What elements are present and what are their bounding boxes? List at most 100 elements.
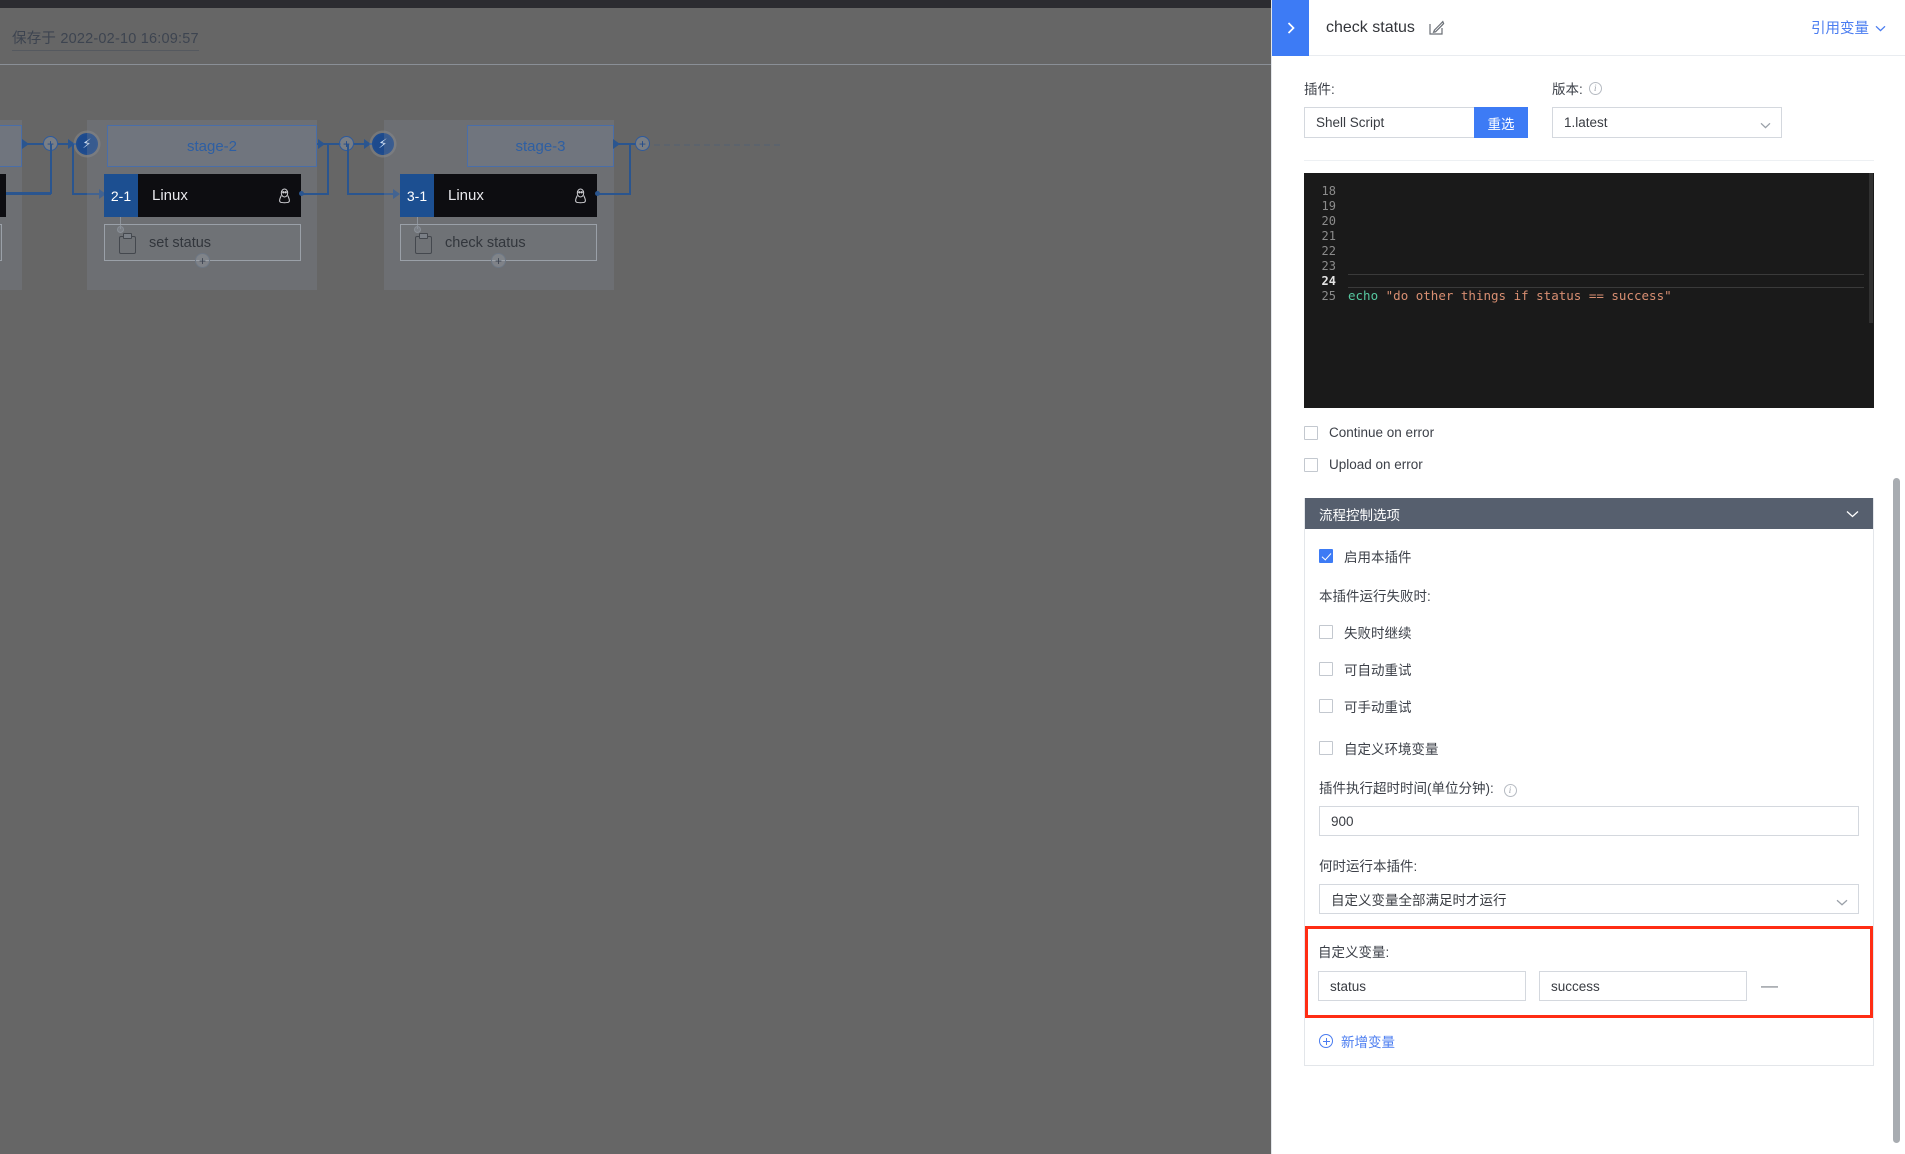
plugin-name-input[interactable] [1304, 107, 1474, 138]
edit-pencil-icon[interactable] [1428, 19, 1445, 36]
custom-variables-label: 自定义变量: [1318, 945, 1390, 960]
job-index-2-1: 2-1 [104, 174, 138, 217]
on-failure-label: 本插件运行失败时: [1319, 589, 1431, 604]
token-string: "do other things if status == success" [1385, 288, 1672, 304]
token-command: echo [1348, 288, 1386, 304]
checkbox-auto-retry[interactable]: 可自动重试 [1319, 659, 1859, 679]
line-number: 19 [1321, 199, 1336, 214]
connector-segment [347, 144, 349, 194]
pipeline-canvas: 保存于 2022-02-10 16:09:57 + ⚡ stage-2 2-1 … [0, 0, 1271, 1154]
add-stage-button-3[interactable]: + [635, 136, 650, 151]
checkbox-label: 自定义环境变量 [1344, 742, 1439, 757]
version-selected-value: 1.latest [1564, 115, 1608, 130]
flow-control-header[interactable]: 流程控制选项 [1305, 498, 1873, 529]
code-editor-scrollbar[interactable] [1869, 173, 1873, 323]
line-number: 25 [1321, 288, 1336, 303]
connector-arrow [613, 139, 620, 149]
when-run-selected-value: 自定义变量全部满足时才运行 [1331, 893, 1507, 908]
reference-variable-dropdown[interactable]: 引用变量 [1811, 17, 1886, 38]
linux-penguin-icon [563, 174, 597, 217]
version-label-text: 版本: [1552, 82, 1583, 97]
checkbox-continue-on-error[interactable]: Continue on error [1304, 425, 1874, 440]
line-number: 20 [1321, 214, 1336, 229]
when-run-label: 何时运行本插件: [1319, 859, 1418, 874]
connector-dot [299, 191, 304, 196]
task-box-partial[interactable] [0, 224, 2, 261]
job-node-2-1[interactable]: 2-1 Linux [104, 174, 301, 217]
task-config-panel: check status 引用变量 插件: Shell Script 重选 版本… [1271, 0, 1905, 1154]
plugin-label: 插件: [1304, 82, 1335, 97]
app-root: 保存于 2022-02-10 16:09:57 + ⚡ stage-2 2-1 … [0, 0, 1905, 1154]
add-variable-label: 新增变量 [1341, 1035, 1395, 1050]
info-icon[interactable]: i [1588, 81, 1602, 95]
checkbox-upload-on-error[interactable]: Upload on error [1304, 457, 1874, 472]
connector-segment [50, 144, 52, 194]
checkbox-enable-plugin[interactable]: 启用本插件 [1319, 546, 1859, 566]
version-select[interactable]: 1.latest [1552, 107, 1782, 138]
clipboard-icon [415, 232, 432, 254]
connector-segment [72, 144, 74, 194]
info-icon[interactable]: i [1503, 783, 1517, 797]
job-index-3-1: 3-1 [400, 174, 434, 217]
checkbox-label: Continue on error [1329, 425, 1435, 440]
saved-timestamp: 保存于 2022-02-10 16:09:57 [12, 27, 199, 51]
connector-leg [6, 144, 50, 194]
section-divider [1304, 160, 1874, 161]
script-code-editor[interactable]: 18 19 20 21 22 23 24 25 echo "do other t… [1304, 173, 1874, 408]
custom-variable-key-input[interactable] [1318, 971, 1526, 1001]
stage-header-3[interactable]: stage-3 [467, 125, 614, 167]
panel-collapse-button[interactable] [1272, 0, 1309, 56]
line-number: 22 [1321, 244, 1336, 258]
add-variable-button[interactable]: 新增变量 [1319, 1031, 1859, 1051]
version-field: 版本: i 1.latest [1552, 78, 1782, 138]
plugin-version-row: 插件: 重选 版本: i 1.latest [1304, 56, 1874, 138]
checkbox-custom-env[interactable]: 自定义环境变量 [1319, 738, 1859, 758]
checkbox-box [1304, 457, 1318, 472]
connector-segment [301, 193, 329, 195]
save-bar: 保存于 2022-02-10 16:09:57 [0, 8, 1271, 65]
checkbox-continue-on-failure[interactable]: 失败时继续 [1319, 622, 1859, 642]
checkbox-manual-retry[interactable]: 可手动重试 [1319, 696, 1859, 716]
chevron-right-icon [1287, 22, 1295, 34]
stage-header-2[interactable]: stage-2 [107, 125, 317, 167]
code-line: 18 [1304, 184, 1874, 199]
connector-arrow [318, 139, 325, 149]
panel-scrollbar[interactable] [1893, 478, 1900, 1143]
reference-variable-label: 引用变量 [1811, 21, 1869, 37]
line-text-line25: echo "do other things if status == succe… [1348, 288, 1672, 303]
job-name-3-1: Linux [448, 187, 484, 204]
when-run-select[interactable]: 自定义变量全部满足时才运行 [1319, 884, 1859, 914]
timeout-label-text: 插件执行超时时间(单位分钟): [1319, 781, 1494, 796]
panel-body: 插件: 重选 版本: i 1.latest [1272, 56, 1905, 1154]
line-number: 18 [1321, 184, 1336, 199]
code-line: 25 echo "do other things if status == su… [1304, 288, 1874, 303]
add-task-button-2[interactable]: + [195, 253, 210, 268]
connector-segment [597, 193, 631, 195]
chevron-down-icon [1760, 117, 1771, 132]
plugin-input-wrap: 重选 [1304, 107, 1528, 138]
connector-arrow [364, 139, 371, 149]
checkbox-label: Upload on error [1329, 457, 1423, 472]
code-lines: 18 19 20 21 22 23 24 25 echo "do other t… [1304, 173, 1874, 303]
add-task-button-3[interactable]: + [491, 253, 506, 268]
stage-name-3: stage-3 [515, 137, 566, 155]
job-name-2-1: Linux [152, 187, 188, 204]
chevron-down-icon [1875, 20, 1886, 36]
checkbox-box [1319, 662, 1333, 676]
timeout-input[interactable] [1319, 806, 1859, 836]
timeout-label: 插件执行超时时间(单位分钟): i [1319, 777, 1859, 797]
checkbox-box [1319, 741, 1333, 755]
pipeline-end-dashed-line [654, 144, 780, 146]
checkbox-label: 启用本插件 [1344, 550, 1412, 565]
job-node-3-1[interactable]: 3-1 Linux [400, 174, 597, 217]
chevron-down-icon [1836, 894, 1848, 909]
custom-variables-highlight-block: 自定义变量: — [1305, 926, 1873, 1018]
clipboard-icon [119, 232, 136, 254]
connector-segment [6, 193, 51, 195]
stage-name-2: stage-2 [186, 137, 238, 155]
custom-variable-value-input[interactable] [1539, 971, 1747, 1001]
reselect-plugin-button[interactable]: 重选 [1474, 107, 1528, 138]
checkbox-label: 失败时继续 [1344, 626, 1412, 641]
code-line: 20 [1304, 214, 1874, 229]
minus-icon[interactable]: — [1761, 977, 1778, 994]
